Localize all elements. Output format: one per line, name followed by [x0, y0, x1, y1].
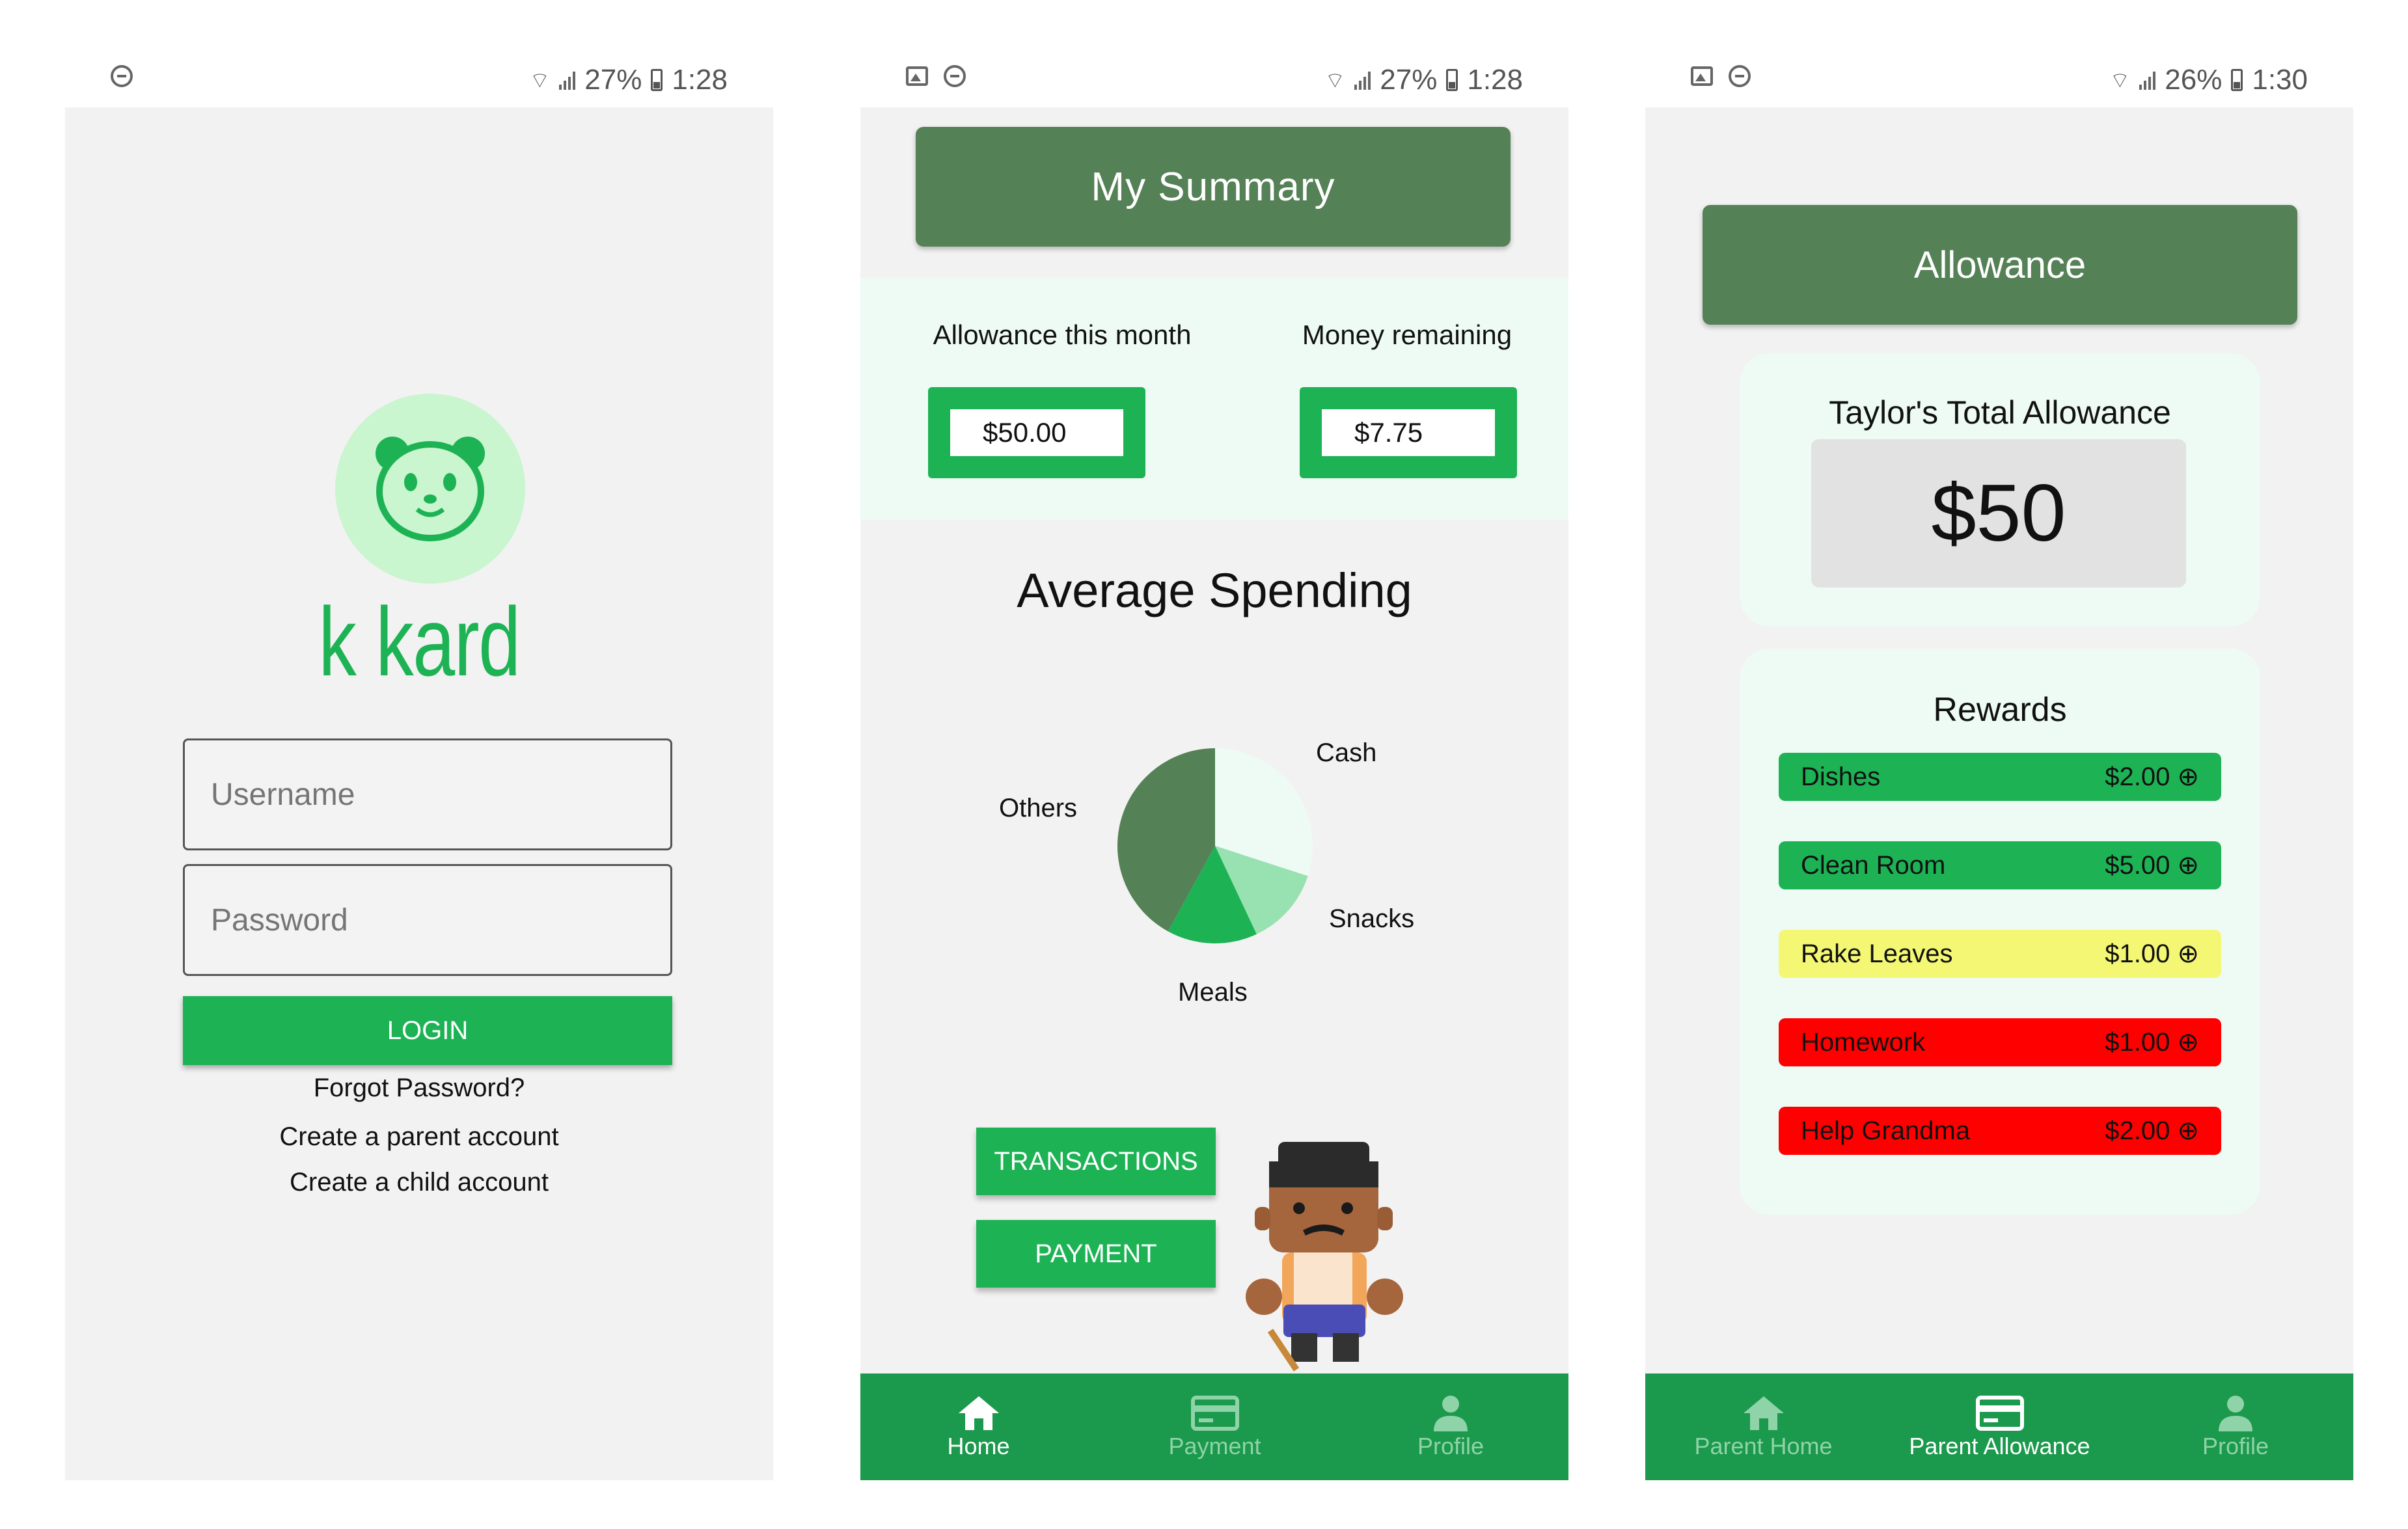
home-icon — [958, 1396, 999, 1430]
battery-icon — [651, 69, 663, 91]
transactions-button[interactable]: TRANSACTIONS — [976, 1128, 1216, 1195]
spending-pie-chart — [1117, 748, 1313, 943]
spending-title: Average Spending — [1017, 563, 1412, 617]
page-title: My Summary — [916, 127, 1511, 247]
remaining-label: Money remaining — [1302, 319, 1512, 350]
reward-amount[interactable]: $1.00 ⊕ — [2105, 1027, 2199, 1057]
image-icon — [1691, 66, 1713, 86]
status-bar: ⌔ 27% 1:28 — [65, 52, 773, 111]
signal-icon — [1354, 70, 1371, 90]
panda-icon — [376, 437, 485, 541]
nav-home[interactable]: Home — [860, 1373, 1097, 1480]
reward-name: Rake Leaves — [1801, 939, 1953, 968]
nav-parent-home[interactable]: Parent Home — [1645, 1373, 1881, 1480]
rewards-panel: Rewards Dishes $2.00 ⊕ Clean Room $5.00 ⊕ Ra… — [1740, 649, 2260, 1215]
brand-name: k kard — [318, 587, 521, 696]
rewards-list: Dishes $2.00 ⊕ Clean Room $5.00 ⊕ Rake Leave… — [1779, 753, 2221, 1195]
rewards-title: Rewards — [1933, 691, 2067, 729]
pie-label-cash: Cash — [1316, 738, 1377, 767]
create-child-account-link[interactable]: Create a child account — [65, 1168, 773, 1197]
wifi-icon: ⌔ — [1324, 68, 1346, 93]
nav-payment[interactable]: Payment — [1097, 1373, 1333, 1480]
signal-icon — [2139, 70, 2156, 90]
nav-profile[interactable]: Profile — [2118, 1373, 2353, 1480]
remaining-value: $7.75 — [1322, 409, 1495, 456]
allowance-body: Allowance Taylor's Total Allowance $50 R… — [1645, 107, 2353, 1480]
reward-item[interactable]: Help Grandma $2.00 ⊕ — [1779, 1107, 2221, 1155]
allowance-label: Allowance this month — [933, 319, 1192, 350]
wifi-icon: ⌔ — [2109, 68, 2131, 93]
payment-button[interactable]: PAYMENT — [976, 1220, 1216, 1288]
reward-item[interactable]: Clean Room $5.00 ⊕ — [1779, 841, 2221, 889]
status-bar: ⌔ 26% 1:30 — [1645, 52, 2353, 111]
image-icon — [906, 66, 928, 86]
reward-item[interactable]: Rake Leaves $1.00 ⊕ — [1779, 930, 2221, 978]
forgot-password-link[interactable]: Forgot Password? — [65, 1074, 773, 1103]
reward-amount[interactable]: $2.00 ⊕ — [2105, 1116, 2199, 1146]
card-icon — [1190, 1396, 1239, 1431]
clock: 1:28 — [672, 64, 728, 96]
login-button[interactable]: LOGIN — [183, 996, 672, 1065]
total-label: Taylor's Total Allowance — [1829, 394, 2171, 431]
do-not-disturb-icon — [944, 65, 966, 87]
card-icon — [1975, 1396, 2024, 1431]
reward-name: Clean Room — [1801, 850, 1946, 880]
login-screen: ⌔ 27% 1:28 k kard LOGIN Forgot Password? — [65, 0, 773, 1529]
panda-logo — [335, 394, 525, 584]
nav-parent-home-label: Parent Home — [1694, 1433, 1833, 1459]
allowance-value-box: $50.00 — [928, 387, 1145, 478]
reward-item[interactable]: Dishes $2.00 ⊕ — [1779, 753, 2221, 801]
login-body: k kard LOGIN Forgot Password? Create a p… — [65, 107, 773, 1480]
do-not-disturb-icon — [111, 65, 133, 87]
stats-panel: Allowance this month Money remaining $50… — [860, 278, 1568, 520]
home-icon — [1743, 1396, 1784, 1430]
summary-body: My Summary Allowance this month Money re… — [860, 107, 1568, 1480]
person-icon — [2219, 1396, 2252, 1431]
reward-amount[interactable]: $5.00 ⊕ — [2105, 850, 2199, 880]
clock: 1:28 — [1467, 64, 1523, 96]
battery-icon — [1446, 69, 1458, 91]
reward-amount[interactable]: $2.00 ⊕ — [2105, 762, 2199, 792]
allowance-screen: ⌔ 26% 1:30 Allowance Taylor's Total Allo… — [1645, 0, 2353, 1529]
do-not-disturb-icon — [1729, 65, 1751, 87]
battery-percent: 26% — [2165, 64, 2223, 96]
reward-item[interactable]: Homework $1.00 ⊕ — [1779, 1018, 2221, 1066]
battery-icon — [2231, 69, 2243, 91]
nav-profile-label: Profile — [2202, 1433, 2269, 1459]
signal-icon — [559, 70, 576, 90]
remaining-value-box: $7.75 — [1300, 387, 1517, 478]
wifi-icon: ⌔ — [529, 68, 551, 93]
nav-payment-label: Payment — [1168, 1433, 1261, 1459]
bottom-nav: Home Payment Profile — [860, 1373, 1568, 1480]
password-input[interactable] — [183, 864, 672, 976]
character-illustration — [1246, 1142, 1403, 1372]
nav-home-label: Home — [947, 1433, 1010, 1459]
pie-label-snacks: Snacks — [1329, 904, 1415, 933]
total-value: $50 — [1811, 439, 2186, 588]
battery-percent: 27% — [584, 64, 642, 96]
page-title: Allowance — [1703, 205, 2297, 325]
clock: 1:30 — [2252, 64, 2308, 96]
nav-profile[interactable]: Profile — [1333, 1373, 1568, 1480]
bottom-nav: Parent Home Parent Allowance Profile — [1645, 1373, 2353, 1480]
summary-screen: ⌔ 27% 1:28 My Summary Allowance this mon… — [860, 0, 1568, 1529]
allowance-value: $50.00 — [950, 409, 1123, 456]
person-icon — [1434, 1396, 1468, 1431]
nav-parent-allowance-label: Parent Allowance — [1909, 1433, 2090, 1459]
pie-label-others: Others — [999, 794, 1078, 822]
username-input[interactable] — [183, 738, 672, 850]
status-bar: ⌔ 27% 1:28 — [860, 52, 1568, 111]
create-parent-account-link[interactable]: Create a parent account — [65, 1122, 773, 1152]
nav-parent-allowance[interactable]: Parent Allowance — [1881, 1373, 2118, 1480]
battery-percent: 27% — [1380, 64, 1438, 96]
pie-label-meals: Meals — [1178, 978, 1248, 1007]
nav-profile-label: Profile — [1417, 1433, 1484, 1459]
reward-name: Homework — [1801, 1027, 1926, 1057]
reward-name: Dishes — [1801, 762, 1881, 791]
reward-amount[interactable]: $1.00 ⊕ — [2105, 939, 2199, 969]
total-panel: Taylor's Total Allowance $50 — [1740, 353, 2260, 627]
reward-name: Help Grandma — [1801, 1116, 1971, 1145]
